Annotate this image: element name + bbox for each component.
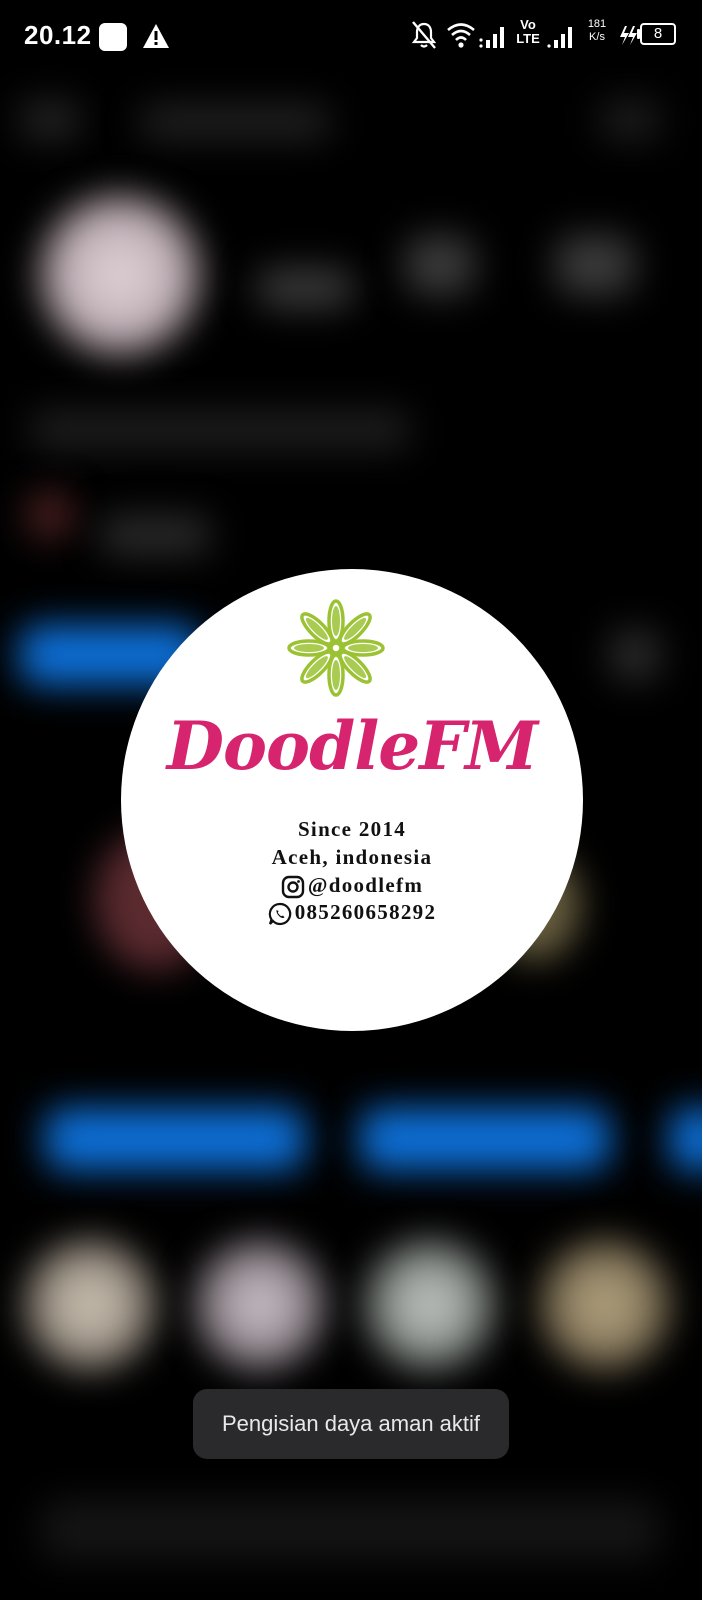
blurred-bio	[30, 410, 410, 450]
toast-message: Pengisian daya aman aktif	[221, 1411, 481, 1436]
battery-tip	[637, 29, 640, 39]
signal-icon	[547, 27, 572, 48]
blurred-menu	[600, 100, 660, 140]
blurred-navbar	[40, 1500, 660, 1560]
volte-icon: Vo LTE	[514, 18, 542, 52]
since-text: Since 2014	[297, 817, 407, 841]
blurred-back-button	[20, 100, 80, 140]
blurred-username	[140, 105, 330, 139]
network-speed-value: 181	[587, 18, 607, 30]
status-time: 20.12	[24, 20, 92, 50]
whatsapp-row: 085260658292	[121, 900, 583, 926]
volte-top: Vo	[520, 17, 536, 32]
mute-bell-icon	[411, 21, 437, 49]
blurred-stat	[405, 235, 475, 295]
blurred-story	[365, 1240, 495, 1370]
blurred-story	[195, 1240, 325, 1370]
blurred-bio-line	[100, 515, 210, 555]
brand-name: DoodleFM	[166, 707, 538, 785]
blurred-story	[540, 1240, 670, 1370]
network-speed-unit: K/s	[589, 31, 605, 43]
network-speed: 181 K/s	[582, 18, 612, 52]
instagram-handle: @doodlefm	[307, 873, 424, 897]
instagram-row: @doodlefm	[121, 873, 583, 899]
warning-icon	[143, 24, 169, 48]
status-bar: 20.12 Vo LTE 181 K/s 8	[0, 0, 702, 72]
blurred-more	[610, 630, 660, 680]
blurred-tab-button	[360, 1108, 610, 1170]
blurred-tab-button	[45, 1108, 305, 1170]
whatsapp-icon	[268, 903, 291, 926]
fast-charging-icon	[620, 26, 637, 45]
location-text: Aceh, indonesia	[271, 845, 433, 869]
signal-icon	[479, 27, 504, 48]
notification-square-icon	[99, 23, 127, 51]
battery-level: 8	[653, 25, 663, 42]
toast-notification: Pengisian daya aman aktif	[193, 1389, 509, 1459]
flower-logo-icon	[287, 599, 385, 697]
instagram-icon	[281, 875, 305, 899]
wifi-icon	[447, 23, 475, 48]
blurred-stat	[255, 268, 355, 308]
profile-picture-preview[interactable]: DoodleFM Since 2014 Aceh, indonesia @doo…	[121, 569, 583, 1031]
blurred-tab-button	[670, 1108, 702, 1170]
battery-icon: 8	[640, 23, 676, 45]
blurred-bio-icon	[25, 490, 75, 540]
blurred-stat	[555, 235, 635, 295]
volte-bottom: LTE	[516, 31, 540, 46]
blurred-story	[25, 1240, 155, 1370]
whatsapp-number: 085260658292	[294, 900, 437, 924]
blurred-avatar	[40, 195, 200, 355]
